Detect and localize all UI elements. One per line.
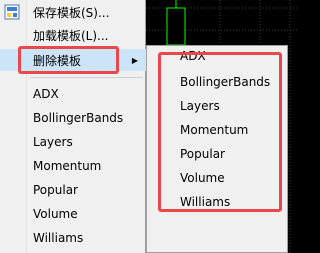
submenu-item-williams[interactable]: Williams bbox=[147, 191, 287, 215]
load-template-item[interactable]: 加载模板(L)... bbox=[0, 24, 146, 46]
template-item-williams[interactable]: Williams bbox=[0, 227, 146, 249]
save-template-label: 保存模板(S)... bbox=[33, 5, 110, 20]
submenu-item-label: Popular bbox=[180, 147, 225, 161]
submenu-item-momentum[interactable]: Momentum bbox=[147, 119, 287, 143]
submenu-item-layers[interactable]: Layers bbox=[147, 95, 287, 119]
submenu-item-label: Williams bbox=[180, 195, 231, 209]
save-template-icon bbox=[4, 4, 20, 20]
template-item-label: Momentum bbox=[33, 159, 102, 173]
submenu-item-label: Volume bbox=[180, 171, 225, 185]
delete-template-submenu: ADX BollingerBands Layers Momentum Popul… bbox=[146, 45, 288, 253]
template-item-label: Williams bbox=[33, 231, 84, 245]
submenu-item-volume[interactable]: Volume bbox=[147, 167, 287, 191]
submenu-item-label: ADX bbox=[180, 49, 206, 63]
template-item-label: Popular bbox=[33, 183, 78, 197]
submenu-arrow-icon: ▶ bbox=[131, 55, 138, 65]
candlestick bbox=[166, 0, 186, 46]
submenu-item-label: Layers bbox=[180, 99, 220, 113]
save-template-item[interactable]: 保存模板(S)... bbox=[0, 1, 146, 23]
submenu-item-label: BollingerBands bbox=[180, 75, 271, 89]
template-item-momentum[interactable]: Momentum bbox=[0, 155, 146, 177]
template-item-label: Volume bbox=[33, 207, 78, 221]
submenu-item-popular[interactable]: Popular bbox=[147, 143, 287, 167]
submenu-item-bollingerbands[interactable]: BollingerBands bbox=[147, 71, 287, 95]
template-item-bollingerbands[interactable]: BollingerBands bbox=[0, 107, 146, 129]
template-item-label: Layers bbox=[33, 135, 73, 149]
submenu-item-label: Momentum bbox=[180, 123, 249, 137]
delete-template-label: 删除模板 bbox=[33, 53, 82, 68]
template-item-layers[interactable]: Layers bbox=[0, 131, 146, 153]
context-menu: 保存模板(S)... 加载模板(L)... 删除模板 ▶ ADX Bolling… bbox=[0, 0, 146, 253]
template-item-label: BollingerBands bbox=[33, 111, 124, 125]
template-item-adx[interactable]: ADX bbox=[0, 83, 146, 105]
menu-separator bbox=[30, 77, 143, 78]
load-template-label: 加载模板(L)... bbox=[33, 28, 109, 43]
template-item-popular[interactable]: Popular bbox=[0, 179, 146, 201]
template-item-volume[interactable]: Volume bbox=[0, 203, 146, 225]
template-item-label: ADX bbox=[33, 87, 59, 101]
submenu-item-adx[interactable]: ADX bbox=[147, 46, 287, 70]
delete-template-item[interactable]: 删除模板 ▶ bbox=[0, 49, 146, 71]
